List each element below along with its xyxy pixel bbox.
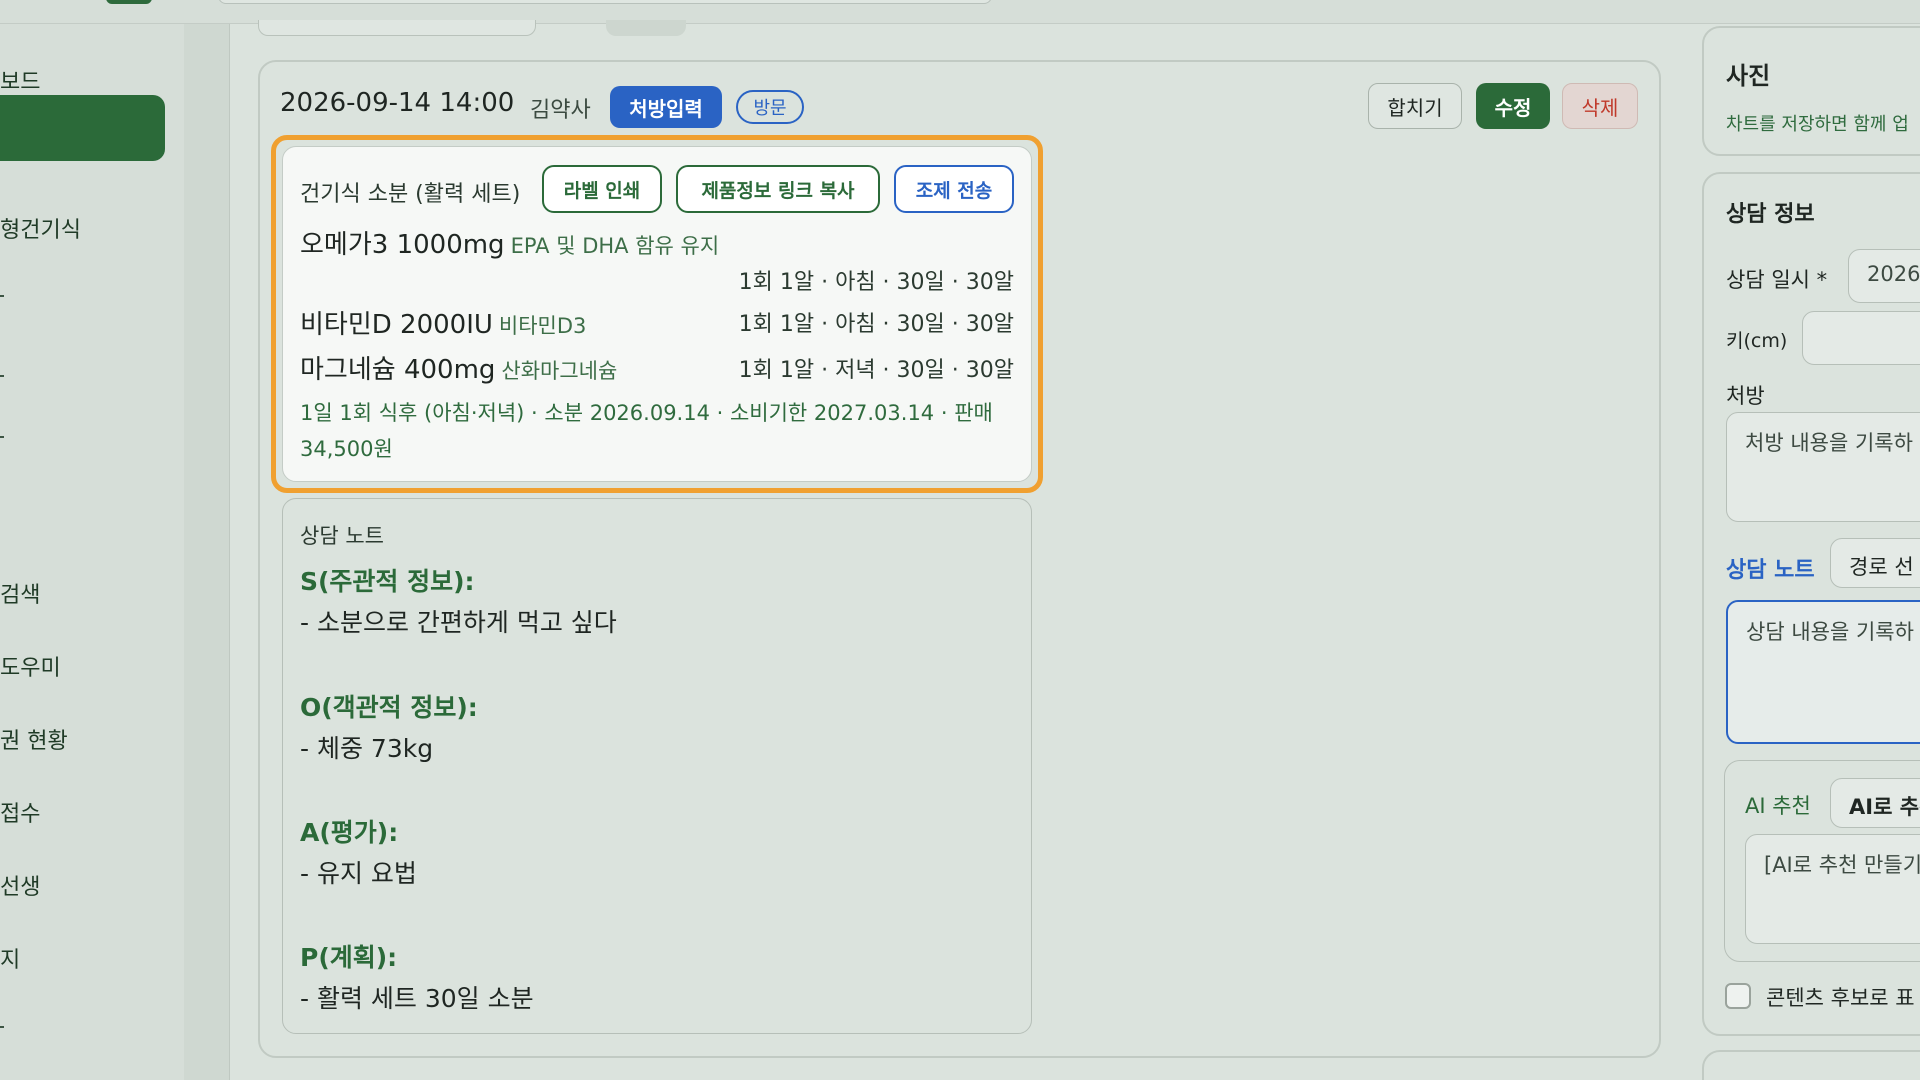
route-select-button[interactable]: 경로 선 <box>1830 538 1920 588</box>
photo-panel <box>1702 26 1920 156</box>
send-dispense-button[interactable]: 조제 전송 <box>894 165 1014 213</box>
prescription-summary: 1일 1회 식후 (아침·저녁) · 소분 2026.09.14 · 소비기한 … <box>300 401 993 461</box>
item-ingredient: 비타민D3 <box>498 314 587 338</box>
item-name: 오메가3 1000mg <box>300 230 505 260</box>
sidebar-item-reception[interactable]: 접수 <box>0 796 40 828</box>
sidebar-divider <box>184 24 230 1080</box>
sidebar-item-collapsed[interactable] <box>0 295 4 297</box>
prescription-item: 오메가3 1000mg EPA 및 DHA 함유 유지 <box>300 224 719 261</box>
previous-button-edge[interactable] <box>606 20 686 36</box>
header-button-partial[interactable] <box>106 0 152 4</box>
item-ingredient: EPA 및 DHA 함유 유지 <box>510 234 720 258</box>
height-label: 키(cm) <box>1726 330 1788 352</box>
badge-visit: 방문 <box>736 90 804 124</box>
photo-hint: 차트를 저장하면 함께 업 <box>1726 114 1909 135</box>
record-pharmacist: 김약사 <box>530 98 591 123</box>
item-name: 마그네슘 400mg <box>300 355 496 385</box>
sidebar-item-active[interactable] <box>0 95 165 161</box>
content-candidate-checkbox[interactable] <box>1725 983 1751 1009</box>
item-dosage: 1회 1알 · 아침 · 30일 · 30알 <box>738 270 1014 295</box>
soap-objective-heading: O(객관적 정보): <box>300 693 478 722</box>
consult-note-label: 상담 노트 <box>300 524 384 548</box>
sidebar-item-teacher[interactable]: 선생 <box>0 869 40 901</box>
sidebar-item-supplements[interactable]: 형건기식 <box>0 212 81 244</box>
soap-assessment-text: - 유지 요법 <box>300 859 417 888</box>
sidebar-item-collapsed[interactable] <box>0 436 4 438</box>
sidebar-item-search[interactable]: 검색 <box>0 577 40 609</box>
ai-recommend-textarea[interactable]: [AI로 추천 만들기 <box>1745 834 1920 944</box>
previous-card-edge <box>258 20 536 36</box>
soap-plan-heading: P(계획): <box>300 943 398 972</box>
item-ingredient: 산화마그네슘 <box>501 359 618 383</box>
sidebar-item-collapsed[interactable] <box>0 375 4 377</box>
consult-date-input[interactable]: 2026 <box>1848 249 1920 303</box>
delete-button[interactable]: 삭제 <box>1562 83 1638 129</box>
badge-prescription-entry[interactable]: 처방입력 <box>610 86 722 128</box>
sidebar-item-status[interactable]: 권 현황 <box>0 723 68 755</box>
consult-info-title: 상담 정보 <box>1726 202 1815 227</box>
copy-product-link-button[interactable]: 제품정보 링크 복사 <box>676 165 880 213</box>
height-input[interactable] <box>1802 311 1920 365</box>
label-print-button[interactable]: 라벨 인쇄 <box>542 165 662 213</box>
prescription-title: 건기식 소분 (활력 세트) <box>300 182 521 207</box>
header-search-partial[interactable] <box>218 0 992 4</box>
prescription-textarea[interactable]: 처방 내용을 기록하 <box>1726 412 1920 522</box>
photo-title: 사진 <box>1726 62 1771 90</box>
sidebar <box>0 24 230 1080</box>
consult-note-textarea[interactable]: 상담 내용을 기록하 <box>1726 600 1920 744</box>
item-dosage: 1회 1알 · 저녁 · 30일 · 30알 <box>738 358 1014 383</box>
consult-date-label: 상담 일시 * <box>1726 268 1828 292</box>
sidebar-item-helper[interactable]: 도우미 <box>0 650 61 682</box>
ai-recommend-button[interactable]: AI로 추천 <box>1830 778 1920 828</box>
prescription-item: 비타민D 2000IU 비타민D3 <box>300 304 586 341</box>
prescription-item: 마그네슘 400mg 산화마그네슘 <box>300 349 617 386</box>
prescription-label: 처방 <box>1726 384 1765 408</box>
sidebar-item-collapsed[interactable] <box>0 1026 4 1028</box>
tab-consult-note[interactable]: 상담 노트 <box>1726 552 1815 584</box>
content-candidate-label: 콘텐츠 후보로 표 <box>1766 986 1915 1010</box>
edit-button[interactable]: 수정 <box>1476 83 1550 129</box>
soap-subjective-text: - 소분으로 간편하게 먹고 싶다 <box>300 608 617 637</box>
merge-button[interactable]: 합치기 <box>1368 83 1462 129</box>
sidebar-item-notice[interactable]: 지 <box>0 942 20 974</box>
item-dosage: 1회 1알 · 아침 · 30일 · 30알 <box>738 312 1014 337</box>
soap-objective-text: - 체중 73kg <box>300 734 434 763</box>
soap-subjective-heading: S(주관적 정보): <box>300 567 475 596</box>
next-panel-edge <box>1702 1050 1920 1080</box>
record-datetime: 2026-09-14 14:00 <box>280 88 515 118</box>
item-name: 비타민D 2000IU <box>300 310 493 340</box>
ai-recommend-label: AI 추천 <box>1745 794 1811 818</box>
soap-plan-text: - 활력 세트 30일 소분 <box>300 984 534 1013</box>
sidebar-item-dashboard[interactable]: 보드 <box>0 64 40 96</box>
soap-assessment-heading: A(평가): <box>300 818 399 847</box>
